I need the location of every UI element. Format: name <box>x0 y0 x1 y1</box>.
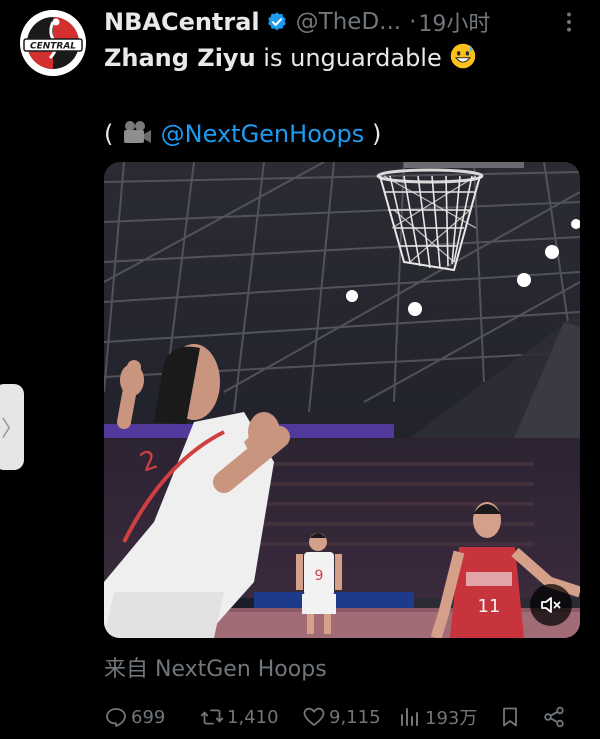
nba-central-logo: CENTRAL <box>20 10 86 76</box>
video-camera-icon <box>124 121 152 143</box>
share-button[interactable] <box>542 705 566 729</box>
ceiling-light <box>517 273 531 287</box>
credit-open-paren: ( <box>104 120 114 148</box>
like-button[interactable]: 9,115 <box>302 705 381 729</box>
credit-close-paren: ) <box>371 120 382 148</box>
bookmark-button[interactable] <box>498 705 522 729</box>
timestamp[interactable]: 19小时 <box>418 6 490 38</box>
reply-count: 699 <box>131 706 166 728</box>
retweet-count: 1,410 <box>227 706 279 728</box>
tweet-text: Zhang Ziyu is unguardable <box>104 42 477 74</box>
mute-button[interactable] <box>530 584 572 626</box>
video-player[interactable]: 9 11 2 <box>104 162 580 638</box>
like-count: 9,115 <box>329 706 381 728</box>
ceiling-light <box>346 290 358 302</box>
grinning-sweat-emoji-icon <box>451 43 476 69</box>
tweet-text-bold: Zhang Ziyu <box>104 44 256 72</box>
svg-text:11: 11 <box>478 596 501 617</box>
reply-icon <box>106 708 126 727</box>
mention-link[interactable]: @NextGenHoops <box>161 120 365 148</box>
avatar[interactable]: CENTRAL <box>20 10 86 76</box>
tweet-text-rest: is unguardable <box>255 44 442 72</box>
reply-button[interactable]: 699 <box>104 705 165 729</box>
svg-text:9: 9 <box>315 568 324 584</box>
views-count: 193万 <box>425 708 478 729</box>
views-chart-icon <box>401 708 418 726</box>
media-source-label[interactable]: 来自 NextGen Hoops <box>104 655 327 685</box>
handle[interactable]: @TheD... <box>296 9 401 35</box>
video-frame: 9 11 2 <box>104 162 580 638</box>
display-name[interactable]: NBACentral <box>104 8 260 36</box>
ceiling-light <box>545 245 559 259</box>
avatar-text: CENTRAL <box>30 42 76 52</box>
more-options-icon[interactable] <box>556 9 582 35</box>
bookmark-icon <box>503 707 517 727</box>
retweet-button[interactable]: 1,410 <box>200 705 279 729</box>
tweet-header: NBACentral @TheD... · 19小时 <box>104 6 582 38</box>
share-icon <box>544 706 564 728</box>
ceiling-light <box>408 302 422 316</box>
views-button[interactable]: 193万 <box>398 704 477 730</box>
action-bar: 699 1,410 9,115 193万 <box>104 700 574 734</box>
retweet-icon <box>200 709 224 725</box>
separator-dot: · <box>409 9 417 35</box>
side-drawer-handle[interactable]: 〉 <box>0 384 24 470</box>
chevron-right-icon: 〉 <box>0 417 23 442</box>
speaker-muted-icon <box>541 597 561 613</box>
verified-badge-icon <box>267 12 286 31</box>
video-credit: ( @NextGenHoops ) <box>104 116 381 152</box>
heart-icon <box>303 707 325 726</box>
